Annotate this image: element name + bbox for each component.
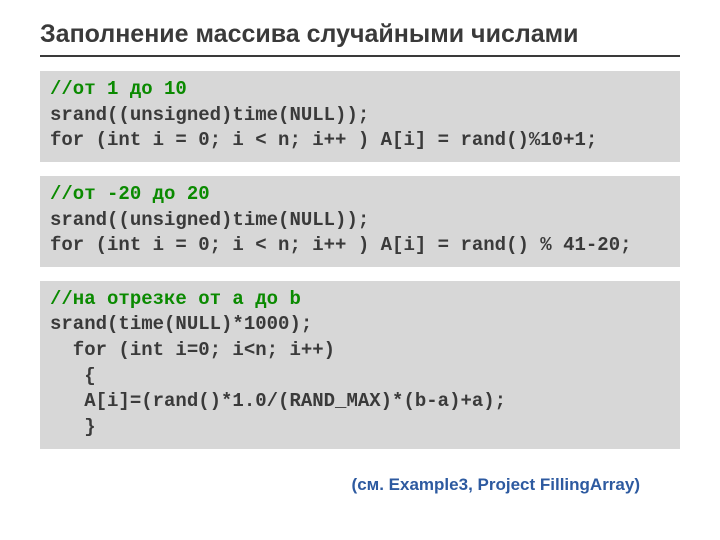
code-line: for (int i = 0; i < n; i++ ) A[i] = rand… — [50, 234, 632, 256]
code-comment: //на отрезке от a до b — [50, 288, 301, 310]
footnote: (см. Example3, Project FillingArray) — [40, 475, 680, 495]
code-comment: //от -20 до 20 — [50, 183, 210, 205]
code-line: srand(time(NULL)*1000); — [50, 313, 312, 335]
code-block-1: //от 1 до 10 srand((unsigned)time(NULL))… — [40, 71, 680, 162]
title-rule — [40, 55, 680, 57]
code-line: for (int i = 0; i < n; i++ ) A[i] = rand… — [50, 129, 597, 151]
slide-title: Заполнение массива случайными числами — [40, 20, 680, 49]
code-line: A[i]=(rand()*1.0/(RAND_MAX)*(b-a)+a); — [50, 390, 506, 412]
code-line: for (int i=0; i<n; i++) — [50, 339, 335, 361]
code-line: } — [50, 416, 96, 438]
slide: Заполнение массива случайными числами //… — [0, 0, 720, 505]
code-block-3: //на отрезке от a до b srand(time(NULL)*… — [40, 281, 680, 449]
code-line: srand((unsigned)time(NULL)); — [50, 209, 369, 231]
code-block-2: //от -20 до 20 srand((unsigned)time(NULL… — [40, 176, 680, 267]
code-line: { — [50, 365, 96, 387]
code-line: srand((unsigned)time(NULL)); — [50, 104, 369, 126]
code-comment: //от 1 до 10 — [50, 78, 187, 100]
